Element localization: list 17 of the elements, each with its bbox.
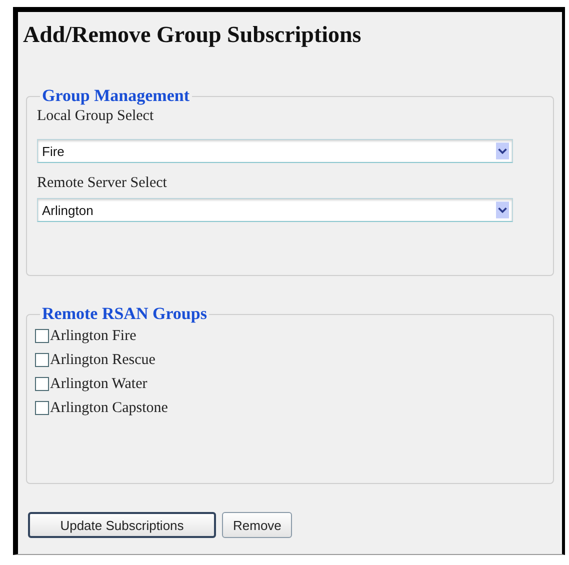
checkbox[interactable] — [35, 329, 49, 343]
checkbox[interactable] — [35, 401, 49, 415]
field-label: Local Group Select — [37, 108, 155, 125]
section-legend: Remote RSAN Groups — [40, 304, 209, 324]
checkbox-label: Arlington Fire — [50, 328, 136, 344]
page-title: Add/Remove Group Subscriptions — [23, 22, 362, 48]
dropdown-field[interactable]: Fire — [37, 139, 513, 163]
checkbox[interactable] — [35, 353, 49, 367]
remove-button[interactable]: Remove — [222, 512, 292, 538]
checkbox-label: Arlington Water — [50, 376, 148, 392]
checkbox-label: Arlington Rescue — [50, 352, 156, 368]
dropdown-field[interactable]: Arlington — [37, 198, 513, 222]
section-legend: Group Management — [40, 86, 192, 106]
checkbox-label: Arlington Capstone — [50, 400, 168, 416]
field-label: Remote Server Select — [37, 175, 168, 192]
checkbox[interactable] — [35, 377, 49, 391]
update-button[interactable]: Update Subscriptions — [28, 512, 216, 538]
